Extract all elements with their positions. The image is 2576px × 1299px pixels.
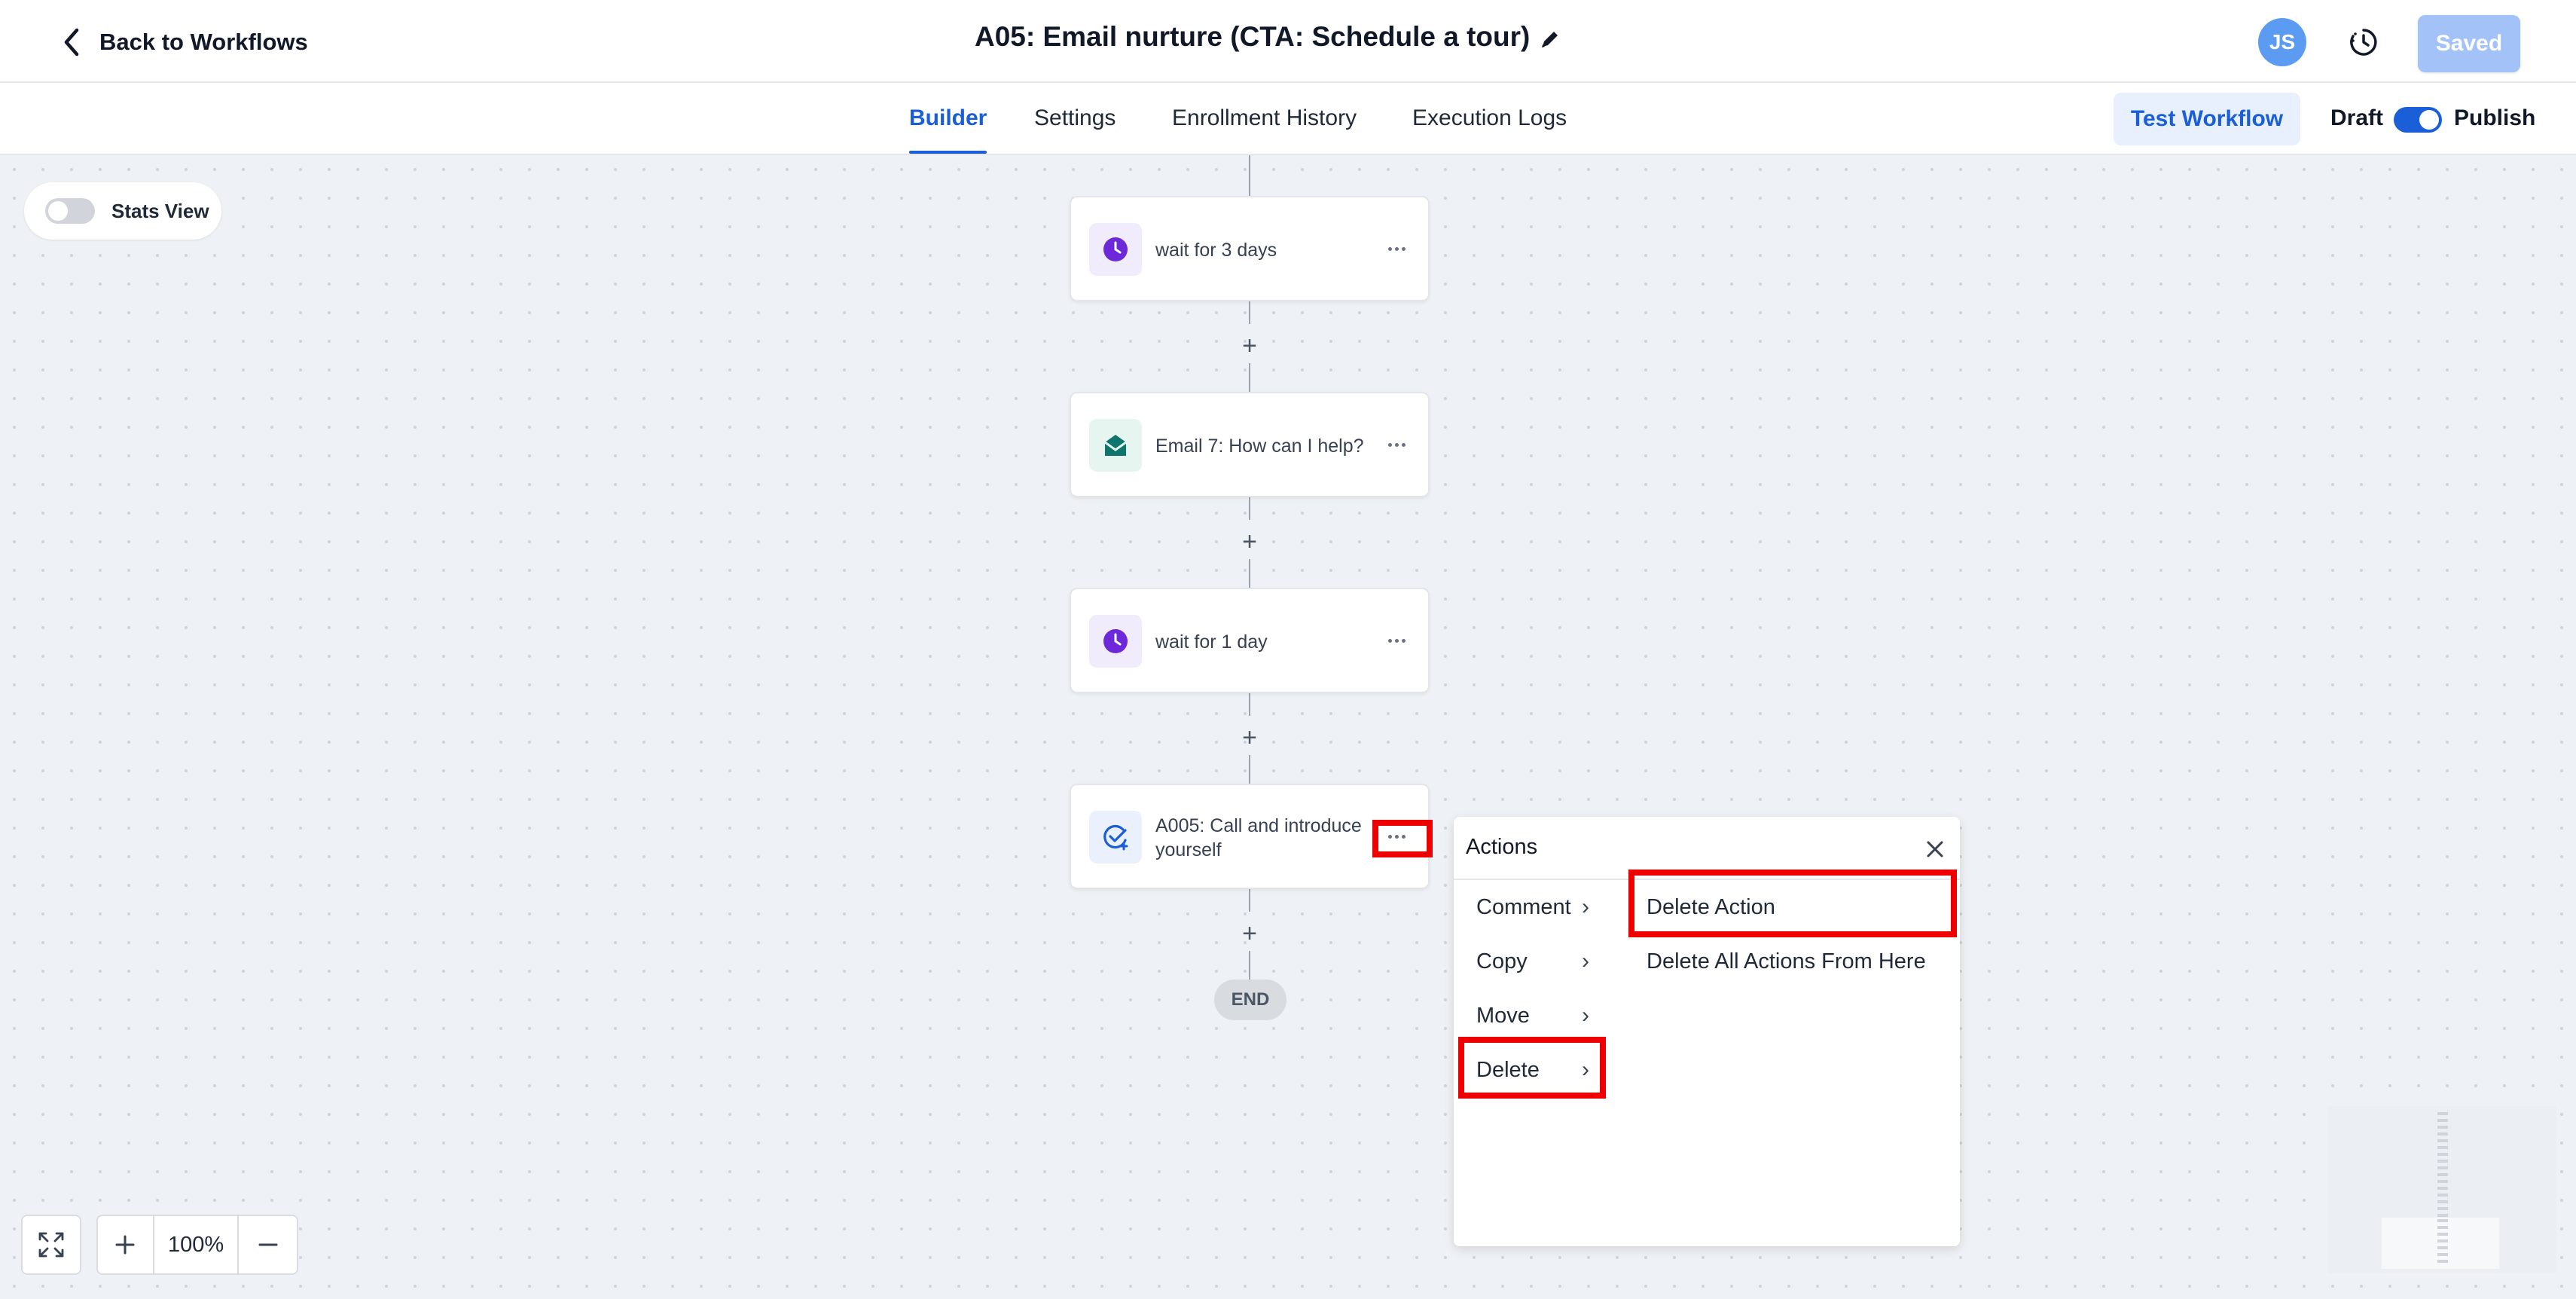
menu-item-label: Comment bbox=[1476, 894, 1571, 919]
workflow-title: A05: Email nurture (CTA: Schedule a tour… bbox=[975, 21, 1531, 52]
tab-bar: Builder Settings Enrollment History Exec… bbox=[0, 83, 2576, 155]
workflow-node-task[interactable]: A005: Call and introduce yourself bbox=[1070, 784, 1430, 889]
email-icon bbox=[1089, 419, 1142, 472]
menu-item-label: Delete bbox=[1476, 1057, 1540, 1082]
minimap[interactable] bbox=[2327, 1106, 2556, 1273]
workflow-node-wait[interactable]: wait for 3 days bbox=[1070, 196, 1430, 301]
node-label: wait for 1 day bbox=[1155, 631, 1268, 653]
node-label: Email 7: How can I help? bbox=[1155, 436, 1364, 457]
workflow-canvas[interactable]: Stats View + + + + wait for 3 days Email… bbox=[0, 155, 2576, 1299]
stats-view-toggle-pill: Stats View bbox=[24, 182, 221, 240]
test-workflow-button[interactable]: Test Workflow bbox=[2114, 93, 2300, 145]
clock-icon bbox=[1089, 223, 1142, 276]
add-step-plus[interactable]: + bbox=[1235, 919, 1264, 948]
saved-button[interactable]: Saved bbox=[2418, 15, 2520, 72]
node-more-options-button[interactable] bbox=[1381, 627, 1412, 654]
zoom-in-button[interactable] bbox=[98, 1216, 153, 1273]
pencil-edit-icon[interactable] bbox=[1538, 27, 1562, 51]
end-marker: END bbox=[1214, 980, 1286, 1020]
node-label: wait for 3 days bbox=[1155, 240, 1277, 261]
menu-divider bbox=[1454, 879, 1960, 880]
connector-line bbox=[1249, 301, 1250, 324]
submenu-item-delete-all-from-here[interactable]: Delete All Actions From Here bbox=[1647, 940, 1926, 983]
actions-menu: Actions Comment › Copy › Move › Delete ›… bbox=[1454, 817, 1960, 1246]
minimap-nodes bbox=[2437, 1219, 2448, 1266]
zoom-level: 100% bbox=[152, 1216, 240, 1273]
connector-line bbox=[1249, 559, 1250, 588]
minus-icon bbox=[258, 1243, 278, 1246]
chevron-right-icon: › bbox=[1582, 1057, 1589, 1082]
add-step-plus[interactable]: + bbox=[1235, 723, 1264, 752]
chevron-left-icon bbox=[64, 28, 79, 57]
actions-menu-title: Actions bbox=[1466, 835, 1538, 859]
stats-view-toggle[interactable] bbox=[45, 198, 95, 224]
tab-settings[interactable]: Settings bbox=[1034, 83, 1116, 154]
workflow-node-wait[interactable]: wait for 1 day bbox=[1070, 588, 1430, 693]
connector-line bbox=[1249, 497, 1250, 520]
connector-line bbox=[1249, 951, 1250, 980]
menu-item-comment[interactable]: Comment › bbox=[1476, 886, 1589, 928]
menu-item-copy[interactable]: Copy › bbox=[1476, 940, 1589, 983]
menu-item-label: Copy bbox=[1476, 949, 1528, 973]
workflow-node-email[interactable]: Email 7: How can I help? bbox=[1070, 392, 1430, 497]
chevron-right-icon: › bbox=[1582, 1003, 1589, 1028]
minimap-nodes bbox=[2437, 1112, 2448, 1218]
stats-view-label: Stats View bbox=[111, 199, 209, 222]
menu-item-move[interactable]: Move › bbox=[1476, 995, 1589, 1037]
clock-icon bbox=[1089, 615, 1142, 668]
back-to-workflows-button[interactable]: Back to Workflows bbox=[60, 23, 308, 62]
history-clock-icon[interactable] bbox=[2347, 26, 2380, 59]
expand-icon bbox=[38, 1232, 64, 1258]
plus-icon bbox=[115, 1235, 135, 1255]
top-header: Back to Workflows A05: Email nurture (CT… bbox=[0, 0, 2576, 83]
add-step-plus[interactable]: + bbox=[1235, 527, 1264, 556]
publish-label: Publish bbox=[2454, 105, 2536, 130]
fit-view-button[interactable] bbox=[21, 1215, 81, 1275]
zoom-out-button[interactable] bbox=[239, 1216, 297, 1273]
tab-builder[interactable]: Builder bbox=[909, 83, 987, 154]
user-avatar[interactable]: JS bbox=[2258, 18, 2306, 66]
connector-line bbox=[1249, 755, 1250, 784]
connector-line bbox=[1249, 693, 1250, 716]
close-icon[interactable] bbox=[1924, 838, 1946, 860]
draft-label: Draft bbox=[2330, 105, 2384, 130]
connector-line bbox=[1249, 363, 1250, 392]
connector-line bbox=[1249, 155, 1250, 196]
menu-item-label: Move bbox=[1476, 1003, 1530, 1028]
back-label: Back to Workflows bbox=[99, 29, 308, 55]
connector-line bbox=[1249, 889, 1250, 912]
chevron-right-icon: › bbox=[1582, 949, 1589, 973]
add-step-plus[interactable]: + bbox=[1235, 332, 1264, 360]
submenu-item-delete-action[interactable]: Delete Action bbox=[1647, 886, 1775, 928]
publish-toggle[interactable] bbox=[2394, 107, 2442, 133]
tab-execution-logs[interactable]: Execution Logs bbox=[1412, 83, 1567, 154]
menu-item-delete[interactable]: Delete › bbox=[1476, 1049, 1589, 1091]
chevron-right-icon: › bbox=[1582, 894, 1589, 919]
zoom-controls: 100% bbox=[96, 1215, 298, 1275]
node-more-options-button[interactable] bbox=[1381, 235, 1412, 262]
node-more-options-button[interactable] bbox=[1381, 823, 1412, 850]
task-check-icon bbox=[1089, 811, 1142, 863]
node-label: A005: Call and introduce yourself bbox=[1155, 815, 1362, 860]
node-more-options-button[interactable] bbox=[1381, 431, 1412, 458]
tab-enrollment-history[interactable]: Enrollment History bbox=[1172, 83, 1357, 154]
